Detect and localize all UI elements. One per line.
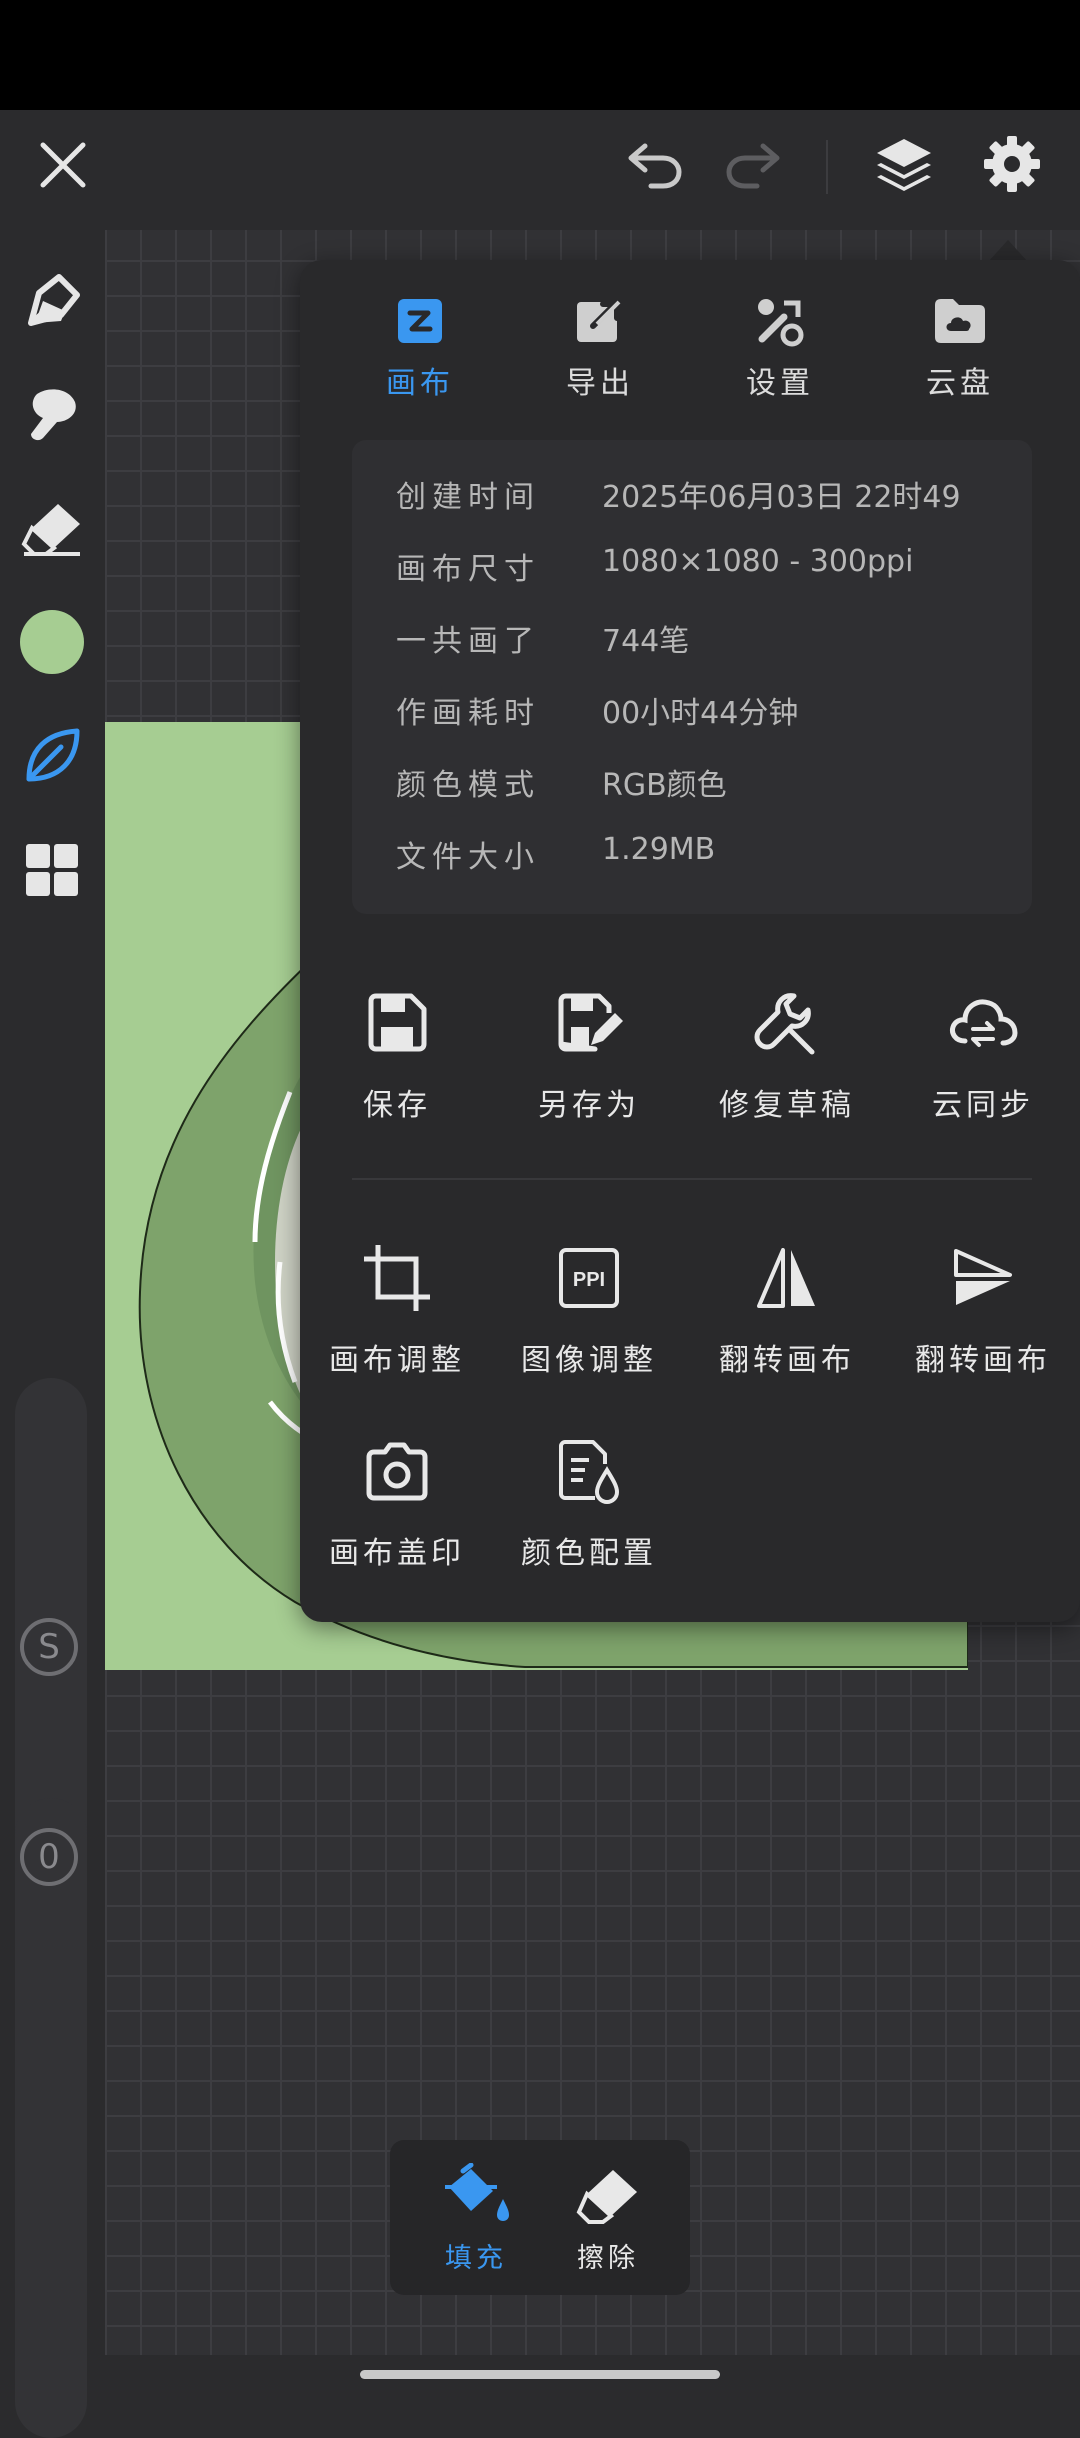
menu-divider <box>352 1178 1032 1180</box>
action-label: 画布调整 <box>329 1343 465 1378</box>
tab-label: 云盘 <box>926 366 994 401</box>
cloud-sync-icon <box>888 980 1078 1066</box>
canvas-info-card: 创建时间 2025年06月03日 22时49 画布尺寸 1080×1080 - … <box>352 440 1032 914</box>
fill-tool-button[interactable]: 填充 <box>416 2162 536 2275</box>
info-value: 2025年06月03日 22时49 <box>602 480 961 515</box>
crop-icon <box>302 1235 492 1321</box>
info-value: 1.29MB <box>602 832 716 867</box>
export-icon <box>510 290 690 352</box>
left-toolbar: S 0 <box>0 230 105 2438</box>
settings-menu-panel: 画布 导出 设置 云盘 创建时间 2025年06月03日 22时49 画布尺寸 … <box>300 260 1080 1622</box>
canvas-icon <box>330 290 510 352</box>
gear-icon[interactable] <box>974 126 1050 202</box>
canvas-stamp-button[interactable]: 画布盖印 <box>302 1428 492 1572</box>
flip-canvas-vertical-button[interactable]: 翻转画布 <box>888 1235 1078 1379</box>
action-label: 保存 <box>363 1088 431 1123</box>
info-row-strokes: 一共画了 744笔 <box>352 606 1032 666</box>
wrench-icon <box>692 980 882 1066</box>
action-label: 另存为 <box>538 1088 640 1123</box>
top-bar <box>0 110 1080 230</box>
save-as-icon <box>494 980 684 1066</box>
tab-settings[interactable]: 设置 <box>690 290 870 410</box>
ppi-icon: PPI <box>494 1235 684 1321</box>
info-row-size: 画布尺寸 1080×1080 - 300ppi <box>352 534 1032 594</box>
info-row-duration: 作画耗时 00小时44分钟 <box>352 678 1032 738</box>
cloud-sync-button[interactable]: 云同步 <box>888 980 1078 1124</box>
cloud-drive-icon <box>870 290 1050 352</box>
info-value: 744笔 <box>602 624 690 659</box>
redo-icon[interactable] <box>718 132 788 198</box>
svg-text:PPI: PPI <box>573 1269 605 1291</box>
tab-export[interactable]: 导出 <box>510 290 690 410</box>
layers-icon[interactable] <box>866 126 942 202</box>
info-label: 文件大小 <box>396 840 540 875</box>
action-label: 翻转画布 <box>915 1343 1051 1378</box>
info-value: RGB颜色 <box>602 768 727 803</box>
leaf-brush-icon[interactable] <box>12 716 92 796</box>
info-value: 1080×1080 - 300ppi <box>602 544 914 579</box>
save-as-button[interactable]: 另存为 <box>494 980 684 1124</box>
tab-label: 设置 <box>746 366 814 401</box>
eraser-icon <box>548 2162 668 2228</box>
action-label: 翻转画布 <box>719 1343 855 1378</box>
eraser-icon[interactable] <box>12 488 92 568</box>
info-row-created: 创建时间 2025年06月03日 22时49 <box>352 462 1032 522</box>
close-icon[interactable] <box>28 130 98 200</box>
save-button[interactable]: 保存 <box>302 980 492 1124</box>
info-label: 画布尺寸 <box>396 552 540 587</box>
info-label: 作画耗时 <box>396 696 540 731</box>
tools-icon <box>690 290 870 352</box>
save-icon <box>302 980 492 1066</box>
tab-canvas[interactable]: 画布 <box>330 290 510 410</box>
tool-label: 填充 <box>445 2243 507 2274</box>
flip-canvas-horizontal-button[interactable]: 翻转画布 <box>692 1235 882 1379</box>
info-row-color-mode: 颜色模式 RGB颜色 <box>352 750 1032 810</box>
toolbar-divider <box>826 140 828 194</box>
brush-size-knob[interactable]: S <box>20 1618 78 1676</box>
tab-label: 画布 <box>386 366 454 401</box>
action-label: 画布盖印 <box>329 1536 465 1571</box>
bottom-tool-panel: 填充 擦除 <box>390 2140 690 2295</box>
tab-label: 导出 <box>566 366 634 401</box>
home-indicator[interactable] <box>360 2370 720 2379</box>
color-config-icon <box>494 1428 684 1514</box>
repair-draft-button[interactable]: 修复草稿 <box>692 980 882 1124</box>
info-label: 颜色模式 <box>396 768 540 803</box>
action-label: 修复草稿 <box>719 1088 855 1123</box>
flip-horizontal-icon <box>692 1235 882 1321</box>
action-label: 云同步 <box>932 1088 1034 1123</box>
info-label: 一共画了 <box>396 624 540 659</box>
menu-pointer <box>988 240 1028 262</box>
image-adjust-button[interactable]: PPI 图像调整 <box>494 1235 684 1379</box>
canvas-adjust-button[interactable]: 画布调整 <box>302 1235 492 1379</box>
opacity-slider[interactable] <box>15 1798 87 2438</box>
pen-icon[interactable] <box>12 262 92 342</box>
erase-tool-button[interactable]: 擦除 <box>548 2162 668 2275</box>
info-value: 00小时44分钟 <box>602 696 799 731</box>
info-row-file-size: 文件大小 1.29MB <box>352 822 1032 882</box>
tab-cloud-drive[interactable]: 云盘 <box>870 290 1050 410</box>
camera-icon <box>302 1428 492 1514</box>
undo-icon[interactable] <box>620 132 690 198</box>
color-config-button[interactable]: 颜色配置 <box>494 1428 684 1572</box>
fill-bucket-icon <box>416 2162 536 2228</box>
opacity-knob[interactable]: 0 <box>20 1828 78 1886</box>
action-label: 颜色配置 <box>521 1536 657 1571</box>
info-label: 创建时间 <box>396 480 540 515</box>
grid-icon[interactable] <box>12 830 92 910</box>
smudge-icon[interactable] <box>12 375 92 455</box>
tool-label: 擦除 <box>577 2243 639 2274</box>
action-label: 图像调整 <box>521 1343 657 1378</box>
color-swatch[interactable] <box>12 602 92 682</box>
flip-vertical-icon <box>888 1235 1078 1321</box>
status-bar <box>0 0 1080 110</box>
